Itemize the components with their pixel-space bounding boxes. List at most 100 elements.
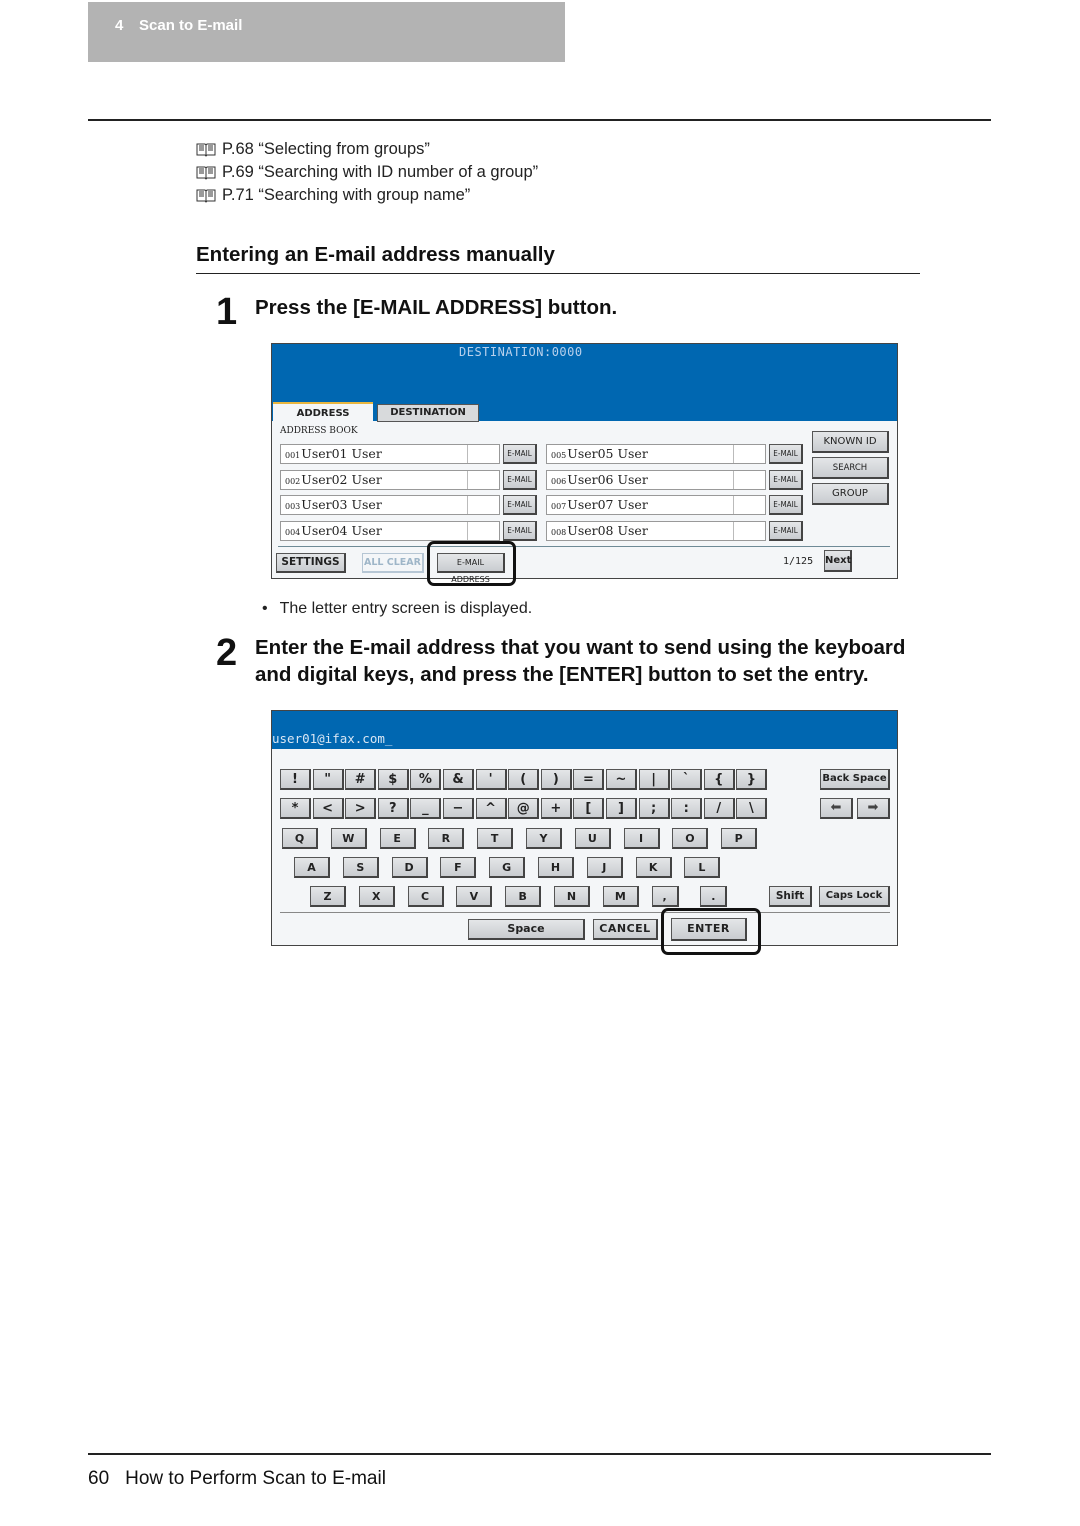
key-button[interactable]: C xyxy=(407,886,444,907)
key-button[interactable]: + xyxy=(540,798,572,819)
key-button[interactable]: > xyxy=(345,798,377,819)
key-button[interactable]: = xyxy=(573,769,605,790)
reference-text: P.69 “Searching with ID number of a grou… xyxy=(222,163,539,181)
all-clear-button[interactable]: ALL CLEAR xyxy=(362,553,424,573)
email-button[interactable]: E-MAIL xyxy=(503,495,537,515)
email-button[interactable]: E-MAIL xyxy=(503,521,537,541)
key-button[interactable]: % xyxy=(410,769,442,790)
key-button[interactable]: | xyxy=(638,769,670,790)
group-button[interactable]: GROUP xyxy=(812,483,889,505)
space-button[interactable]: Space xyxy=(468,919,585,940)
email-button[interactable]: E-MAIL xyxy=(769,521,803,541)
address-entry[interactable]: 004User04 User xyxy=(280,521,500,541)
left-arrow-button[interactable]: ⬅ xyxy=(820,798,853,819)
tab-destination[interactable]: DESTINATION xyxy=(377,404,479,422)
key-button[interactable]: ? xyxy=(377,798,409,819)
email-input[interactable]: user01@ifax.com_ xyxy=(272,731,392,746)
key-button[interactable]: L xyxy=(684,857,721,878)
footer-title: How to Perform Scan to E-mail xyxy=(125,1468,386,1489)
key-button[interactable]: ( xyxy=(508,769,540,790)
key-button[interactable]: I xyxy=(623,828,660,849)
key-button[interactable]: \ xyxy=(736,798,768,819)
search-address-button[interactable]: SEARCH ADDRESS xyxy=(812,457,889,493)
key-button[interactable]: T xyxy=(477,828,514,849)
step-note: • The letter entry screen is displayed. xyxy=(262,600,533,617)
address-entry[interactable]: 008User08 User xyxy=(546,521,766,541)
key-button[interactable]: ) xyxy=(540,769,572,790)
key-button[interactable]: P xyxy=(721,828,758,849)
key-button[interactable]: @ xyxy=(508,798,540,819)
shift-button[interactable]: Shift xyxy=(769,886,812,907)
reference-link[interactable]: P.68 “Selecting from groups” xyxy=(196,140,430,159)
backspace-button[interactable]: Back Space xyxy=(820,769,890,790)
key-button[interactable]: _ xyxy=(410,798,442,819)
address-entry[interactable]: 007User07 User xyxy=(546,495,766,515)
key-button[interactable]: N xyxy=(554,886,590,907)
key-button[interactable]: W xyxy=(330,828,367,849)
key-button[interactable]: J xyxy=(586,857,623,878)
key-button[interactable]: ; xyxy=(638,798,670,819)
key-button[interactable]: { xyxy=(703,769,735,790)
reference-link[interactable]: P.71 “Searching with group name” xyxy=(196,186,470,205)
email-button[interactable]: E-MAIL xyxy=(503,444,537,464)
next-button[interactable]: Next xyxy=(824,550,852,572)
address-entry[interactable]: 001User01 User xyxy=(280,444,500,464)
key-button[interactable]: $ xyxy=(377,769,409,790)
key-button[interactable]: / xyxy=(703,798,735,819)
address-entry[interactable]: 005User05 User xyxy=(546,444,766,464)
key-button[interactable]: * xyxy=(280,798,311,819)
address-entry[interactable]: 003User03 User xyxy=(280,495,500,515)
tab-address[interactable]: ADDRESS xyxy=(273,402,373,423)
email-button[interactable]: E-MAIL xyxy=(769,444,803,464)
key-button[interactable]: V xyxy=(456,886,493,907)
right-arrow-button[interactable]: ➡ xyxy=(857,798,890,819)
key-button[interactable]: ' xyxy=(475,769,507,790)
key-button[interactable]: } xyxy=(736,769,768,790)
key-button[interactable]: A xyxy=(294,857,330,878)
key-button[interactable]: S xyxy=(342,857,379,878)
key-button[interactable]: ` xyxy=(671,769,703,790)
step-text-line: and digital keys, and press the [ENTER] … xyxy=(255,663,869,686)
key-button[interactable]: H xyxy=(538,857,574,878)
cancel-button[interactable]: CANCEL xyxy=(593,919,658,940)
address-book-label: ADDRESS BOOK xyxy=(280,426,358,436)
key-button[interactable]: D xyxy=(391,857,428,878)
key-button[interactable]: < xyxy=(312,798,344,819)
key-button[interactable]: X xyxy=(358,886,395,907)
key-button[interactable]: M xyxy=(602,886,639,907)
key-button[interactable]: Q xyxy=(282,828,318,849)
email-button[interactable]: E-MAIL xyxy=(769,470,803,490)
key-button[interactable]: . xyxy=(700,886,728,907)
key-button[interactable]: G xyxy=(489,857,526,878)
key-button[interactable]: F xyxy=(440,857,477,878)
key-button[interactable]: E xyxy=(379,828,416,849)
key-button[interactable]: , xyxy=(651,886,679,907)
key-button[interactable]: − xyxy=(443,798,474,819)
address-entry[interactable]: 006User06 User xyxy=(546,470,766,490)
key-button[interactable]: & xyxy=(443,769,474,790)
address-entry[interactable]: 002User02 User xyxy=(280,470,500,490)
key-button[interactable]: [ xyxy=(573,798,605,819)
key-button[interactable]: U xyxy=(574,828,611,849)
key-button[interactable]: " xyxy=(312,769,344,790)
key-button[interactable]: ] xyxy=(606,798,637,819)
settings-button[interactable]: SETTINGS xyxy=(276,553,346,573)
key-button[interactable]: R xyxy=(428,828,465,849)
email-button[interactable]: E-MAIL xyxy=(503,470,537,490)
key-button[interactable]: Y xyxy=(526,828,562,849)
key-button[interactable]: : xyxy=(671,798,703,819)
known-id-button[interactable]: KNOWN ID xyxy=(812,431,889,453)
key-button[interactable]: ~ xyxy=(606,769,637,790)
email-button[interactable]: E-MAIL xyxy=(769,495,803,515)
key-button[interactable]: # xyxy=(345,769,377,790)
key-button[interactable]: B xyxy=(505,886,542,907)
email-address-button[interactable]: E-MAIL ADDRESS xyxy=(437,553,505,584)
caps-lock-button[interactable]: Caps Lock xyxy=(819,886,890,907)
key-button[interactable]: ^ xyxy=(475,798,507,819)
key-button[interactable]: Z xyxy=(310,886,346,907)
reference-link[interactable]: P.69 “Searching with ID number of a grou… xyxy=(196,163,538,182)
key-button[interactable]: ! xyxy=(280,769,311,790)
key-button[interactable]: K xyxy=(635,857,672,878)
key-button[interactable]: O xyxy=(672,828,709,849)
enter-button[interactable]: ENTER xyxy=(671,918,747,941)
